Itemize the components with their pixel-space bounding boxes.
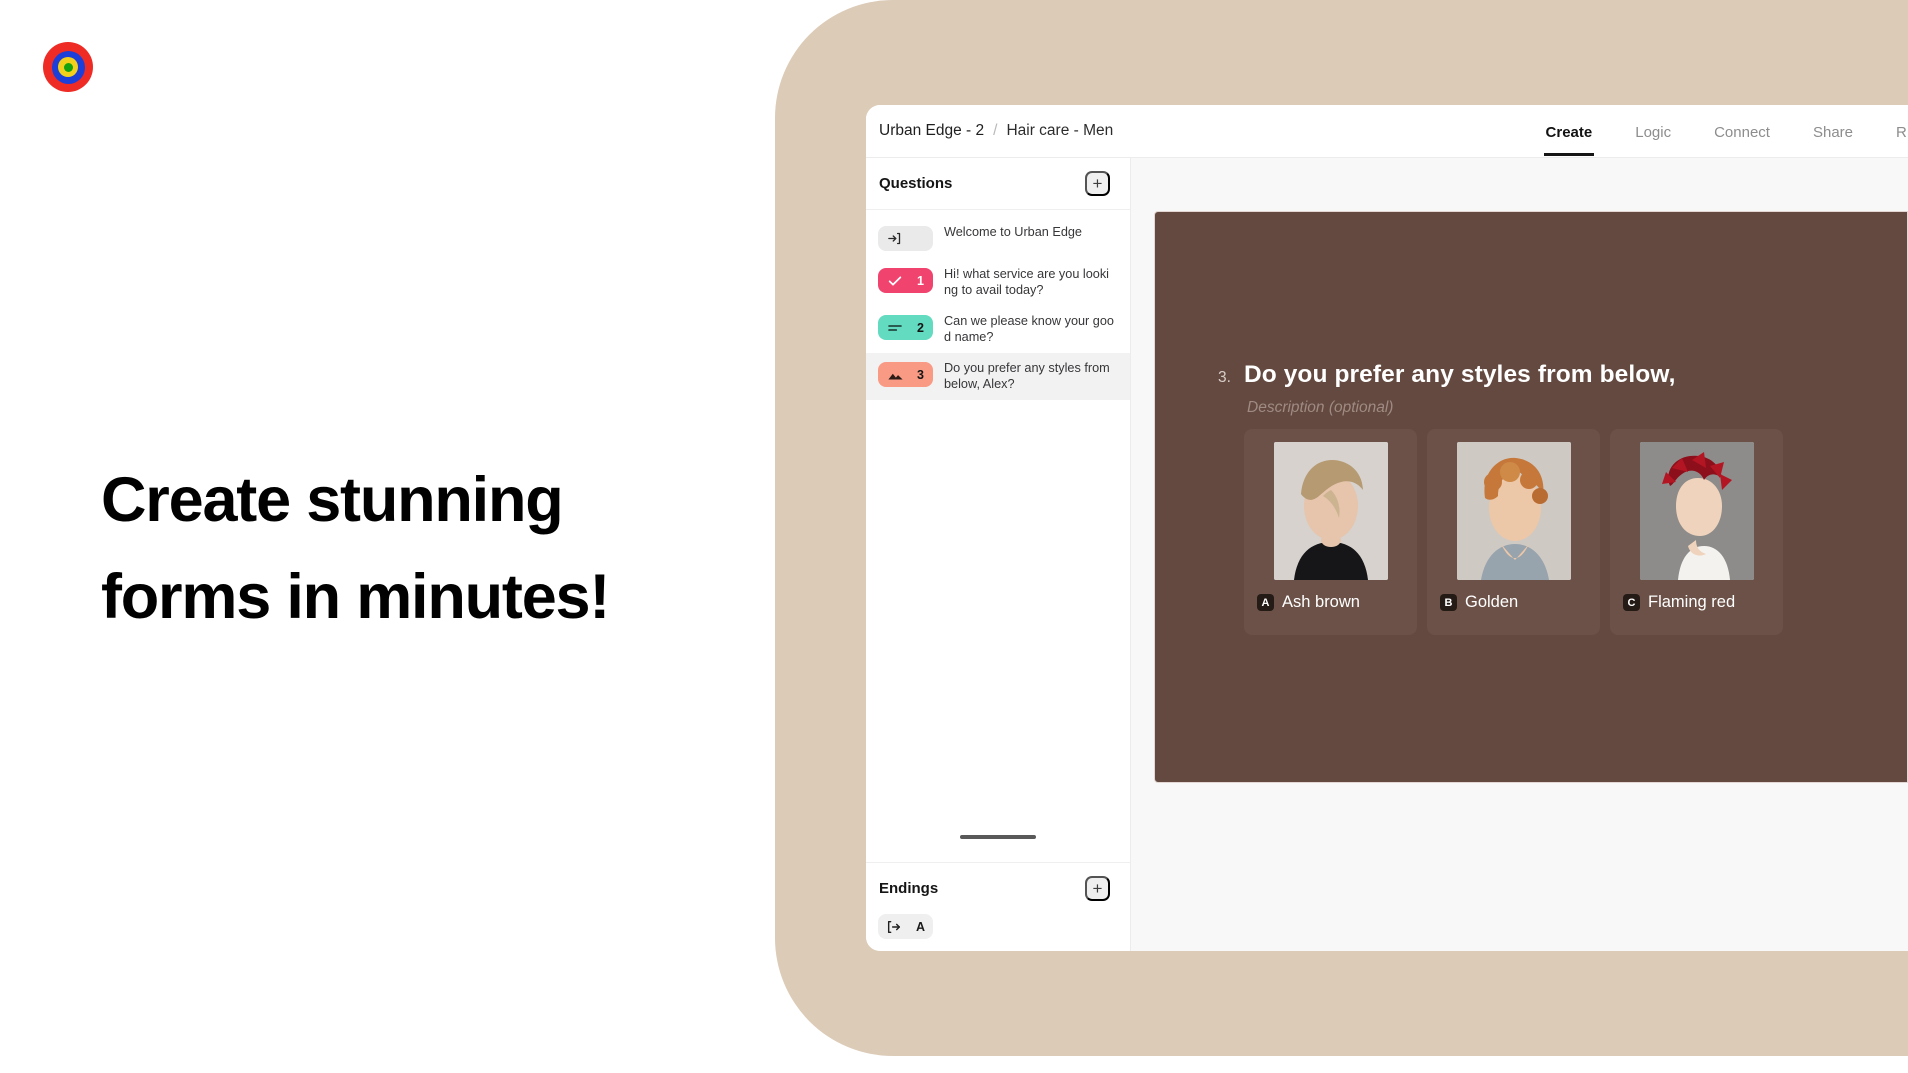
choice-option-b[interactable]: B Golden [1427, 429, 1600, 635]
question-item-label: Do you prefer any styles from below, Ale… [944, 361, 1110, 391]
question-item-1[interactable]: 1 Hi! what service are you looking to av… [866, 259, 1130, 306]
question-item-label: Welcome to Urban Edge [944, 225, 1082, 239]
text-lines-icon [888, 324, 902, 331]
choice-key: C [1623, 594, 1640, 611]
app-body: Questions + Welcome to Urban Edge 1 Hi! … [866, 158, 1908, 951]
model-golden-photo [1456, 442, 1571, 580]
sidebar-resize-handle[interactable] [866, 835, 1130, 839]
image-icon [888, 373, 903, 380]
logo-ring-yellow [58, 57, 78, 77]
logo-core-green [63, 62, 73, 72]
logo-ring-blue [51, 50, 85, 84]
exit-icon [887, 920, 901, 933]
breadcrumb-leaf[interactable]: Hair care - Men [1006, 122, 1113, 140]
model-ash-brown-photo [1273, 442, 1388, 580]
target-logo [43, 42, 93, 92]
check-icon [888, 275, 902, 286]
question-item-3[interactable]: 3 Do you prefer any styles from below, A… [866, 353, 1130, 400]
questions-title: Questions [879, 175, 953, 192]
endings-panel-header: Endings + [866, 862, 1130, 914]
tab-connect[interactable]: Connect [1714, 108, 1770, 156]
badge-welcome [878, 226, 933, 251]
choice-key: B [1440, 594, 1457, 611]
canvas-question-index: 3. [1218, 369, 1231, 386]
app-window: Urban Edge - 2 / Hair care - Men Create … [866, 105, 1908, 951]
choice-footer: B Golden [1440, 593, 1587, 612]
page-root: Create stunning forms in minutes! Urban … [0, 0, 1908, 1073]
tab-create[interactable]: Create [1543, 108, 1594, 156]
question-item-label: Can we please know your good name? [944, 314, 1114, 344]
model-flaming-red-photo [1639, 442, 1754, 580]
questions-list: Welcome to Urban Edge 1 Hi! what service… [866, 210, 1130, 400]
question-number: 1 [917, 273, 924, 288]
marketing-headline: Create stunning forms in minutes! [101, 452, 661, 646]
question-item-2[interactable]: 2 Can we please know your good name? [866, 306, 1130, 353]
add-question-button[interactable]: + [1085, 171, 1110, 196]
badge-short-text: 2 [878, 315, 933, 340]
choice-label: Ash brown [1282, 593, 1360, 611]
choice-footer: C Flaming red [1623, 593, 1770, 612]
tab-logic[interactable]: Logic [1635, 108, 1671, 156]
sidebar: Questions + Welcome to Urban Edge 1 Hi! … [866, 158, 1131, 951]
badge-picture-choice: 3 [878, 362, 933, 387]
headline-line-1: Create stunning [101, 465, 564, 535]
main-tabs: Create Logic Connect Share R [1543, 105, 1908, 158]
choice-options: A Ash brown B Golden C Flaming red [1244, 429, 1907, 635]
app-header: Urban Edge - 2 / Hair care - Men Create … [866, 105, 1908, 158]
breadcrumb-separator: / [993, 122, 998, 139]
endings-list: A [866, 914, 1130, 951]
badge-multiple-choice: 1 [878, 268, 933, 293]
question-number: 2 [917, 320, 924, 335]
choice-label: Flaming red [1648, 593, 1736, 611]
headline-line-2: forms in minutes! [101, 562, 610, 632]
ending-item-a[interactable]: A [878, 914, 933, 939]
tab-share[interactable]: Share [1813, 108, 1853, 156]
canvas-question-title[interactable]: Do you prefer any styles from below, [1244, 361, 1676, 389]
tab-results-clipped[interactable]: R [1896, 108, 1908, 156]
choice-key: A [1257, 594, 1274, 611]
choice-footer: A Ash brown [1257, 593, 1404, 612]
endings-title: Endings [879, 880, 939, 897]
choice-option-a[interactable]: A Ash brown [1244, 429, 1417, 635]
form-canvas: 3. Do you prefer any styles from below, … [1131, 158, 1908, 951]
question-item-welcome[interactable]: Welcome to Urban Edge [866, 217, 1130, 259]
sign-in-icon [888, 232, 901, 245]
ending-letter: A [915, 919, 925, 934]
question-item-label: Hi! what service are you looking to avai… [944, 267, 1110, 297]
breadcrumb: Urban Edge - 2 / Hair care - Men [866, 122, 1113, 140]
questions-panel-header: Questions + [866, 158, 1130, 210]
breadcrumb-root[interactable]: Urban Edge - 2 [879, 122, 984, 140]
add-ending-button[interactable]: + [1085, 876, 1110, 901]
choice-label: Golden [1465, 593, 1519, 611]
canvas-question-line: 3. Do you prefer any styles from below, [1218, 361, 1907, 389]
question-number: 3 [917, 367, 924, 382]
canvas-description-placeholder[interactable]: Description (optional) [1247, 399, 1907, 417]
choice-option-c[interactable]: C Flaming red [1610, 429, 1783, 635]
form-preview-card: 3. Do you prefer any styles from below, … [1154, 211, 1908, 783]
